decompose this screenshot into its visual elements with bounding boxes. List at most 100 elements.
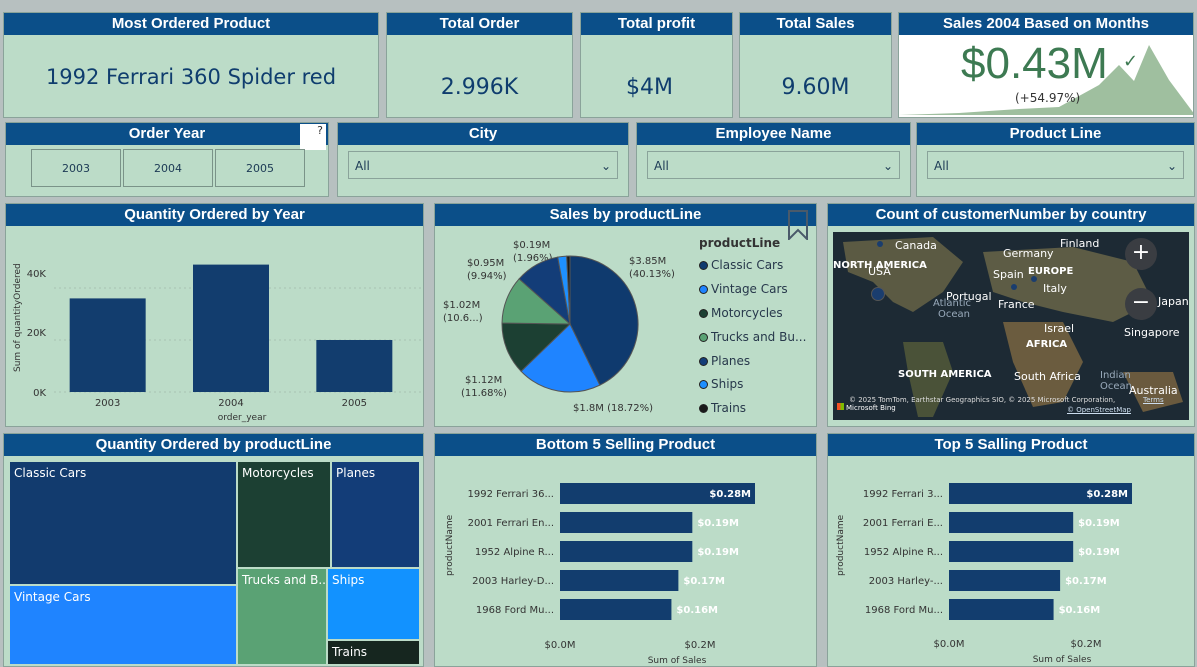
x-tick: $0.2M [1071, 639, 1102, 650]
kpi-total-order: Total Order 2.996K [386, 12, 573, 118]
legend-dot [699, 333, 708, 342]
y-tick: 1952 Alpine R... [864, 547, 943, 558]
kpi-change: (+54.97%) [1015, 91, 1081, 105]
legend-label: Vintage Cars [711, 282, 788, 296]
help-icon[interactable]: ? [300, 124, 326, 150]
map-label: Spain [993, 268, 1024, 281]
treemap-cell-trains[interactable]: Trains [327, 640, 420, 665]
map-label: Japan [1158, 295, 1189, 308]
legend-dot [699, 404, 708, 413]
treemap-cell-planes[interactable]: Planes [331, 461, 420, 568]
legend-item[interactable]: Ships [699, 377, 743, 391]
map-view[interactable]: Canada Germany Finland NORTH AMERICA USA… [833, 232, 1189, 420]
chevron-down-icon: ⌄ [882, 159, 893, 173]
slicer-employee: Employee Name All ⌄ [636, 122, 911, 197]
bar [560, 541, 693, 562]
legend-title: productLine [699, 236, 781, 250]
kpi-title: Total profit [581, 13, 732, 35]
legend-dot [699, 309, 708, 318]
y-tick: 2003 Harley-... [869, 576, 943, 587]
data-label: $0.28M [709, 489, 751, 500]
dropdown-value: All [654, 159, 669, 173]
chart-top5: Top 5 Salling Product productName Sum of… [827, 433, 1195, 667]
pie-label: (11.68%) [461, 388, 507, 399]
map-label: Finland [1060, 237, 1100, 250]
data-label: $0.19M [1078, 518, 1120, 529]
treemap-cell-trucks[interactable]: Trucks and B... [237, 568, 327, 665]
osm-link[interactable]: © OpenStreetMap [1067, 406, 1131, 414]
legend-item[interactable]: Vintage Cars [699, 282, 788, 296]
chart-title: Quantity Ordered by productLine [4, 434, 423, 456]
treemap-cell-ships[interactable]: Ships [327, 568, 420, 640]
dropdown-value: All [934, 159, 949, 173]
y-tick: 40K [27, 269, 47, 280]
year-option-2005[interactable]: 2005 [215, 149, 305, 187]
data-label: $0.17M [683, 576, 725, 587]
pie-label: (10.6...) [443, 313, 483, 324]
bar [69, 298, 146, 392]
map-terms-link[interactable]: Terms [1143, 396, 1164, 404]
y-axis-label: productName [836, 514, 846, 576]
map-label: Ocean [1100, 381, 1132, 392]
map-label: South Africa [1014, 370, 1081, 383]
bing-logo: Microsoft Bing [837, 403, 896, 412]
map-label: AFRICA [1026, 339, 1068, 350]
bar [949, 599, 1054, 620]
y-tick: 2003 Harley-D... [472, 576, 554, 587]
x-axis-label: Sum of Sales [1033, 655, 1092, 665]
bottom5-plot: productName Sum of Sales $0.0M $0.2M 199… [445, 483, 755, 666]
legend-dot [699, 285, 708, 294]
data-label: $0.16M [676, 605, 718, 616]
map-label: SOUTH AMERICA [898, 369, 992, 380]
map-bubble[interactable] [877, 241, 883, 247]
y-axis-label: productName [445, 514, 455, 576]
y-tick: 1968 Ford Mu... [476, 605, 554, 616]
chart-title: Bottom 5 Selling Product [435, 434, 816, 456]
legend-label: Ships [711, 377, 744, 391]
legend-item[interactable]: Classic Cars [699, 258, 783, 272]
kpi-sales-2004: Sales 2004 Based on Months $0.43M ✓ (+54… [898, 12, 1194, 118]
year-option-2003[interactable]: 2003 [31, 149, 121, 187]
bing-label: Microsoft Bing [846, 404, 896, 412]
kpi-value: 9.60M [781, 75, 850, 100]
zoom-out-button[interactable]: − [1125, 288, 1157, 320]
legend-item[interactable]: Motorcycles [699, 306, 783, 320]
city-dropdown[interactable]: All ⌄ [348, 151, 618, 179]
dropdown-value: All [355, 159, 370, 173]
map-bubble[interactable] [1011, 284, 1017, 290]
kpi-value: $0.43M [961, 39, 1108, 88]
data-label: $0.17M [1065, 576, 1107, 587]
chart-title: Sales by productLine [435, 204, 816, 226]
legend-label: Trucks and Bu... [711, 330, 807, 344]
x-tick: $0.0M [545, 640, 576, 651]
y-tick: 1992 Ferrari 3... [863, 489, 943, 500]
chevron-down-icon: ⌄ [1166, 159, 1177, 173]
qty-year-plot: Sum of quantityOrdered order_year 0K 20K… [13, 263, 421, 423]
product-line-dropdown[interactable]: All ⌄ [927, 151, 1184, 179]
legend-item[interactable]: Planes [699, 354, 750, 368]
treemap-cell-vintage-cars[interactable]: Vintage Cars [9, 585, 237, 665]
chart-title: Quantity Ordered by Year [6, 204, 423, 226]
treemap-cell-classic-cars[interactable]: Classic Cars [9, 461, 237, 585]
pie-label: $0.95M [467, 258, 504, 269]
map-bubble[interactable] [871, 287, 885, 301]
legend-item[interactable]: Trucks and Bu... [699, 330, 806, 344]
legend-dot [699, 380, 708, 389]
kpi-title: Total Order [387, 13, 572, 35]
chart-bottom5: Bottom 5 Selling Product productName Sum… [434, 433, 817, 667]
map-label: Israel [1044, 322, 1075, 335]
legend-label: Classic Cars [711, 258, 784, 272]
kpi-title: Total Sales [740, 13, 891, 35]
data-label: $0.16M [1059, 605, 1101, 616]
employee-dropdown[interactable]: All ⌄ [647, 151, 900, 179]
year-option-2004[interactable]: 2004 [123, 149, 213, 187]
legend-item[interactable]: Trains [699, 401, 746, 415]
bar [949, 541, 1074, 562]
legend-label: Trains [711, 401, 747, 415]
y-tick: 20K [27, 328, 47, 339]
treemap-cell-motorcycles[interactable]: Motorcycles [237, 461, 331, 568]
zoom-in-button[interactable]: + [1125, 238, 1157, 270]
x-tick: $0.0M [934, 639, 965, 650]
slicer-order-year: Order Year ? 2003 2004 2005 [5, 122, 329, 197]
map-bubble[interactable] [1031, 276, 1037, 282]
